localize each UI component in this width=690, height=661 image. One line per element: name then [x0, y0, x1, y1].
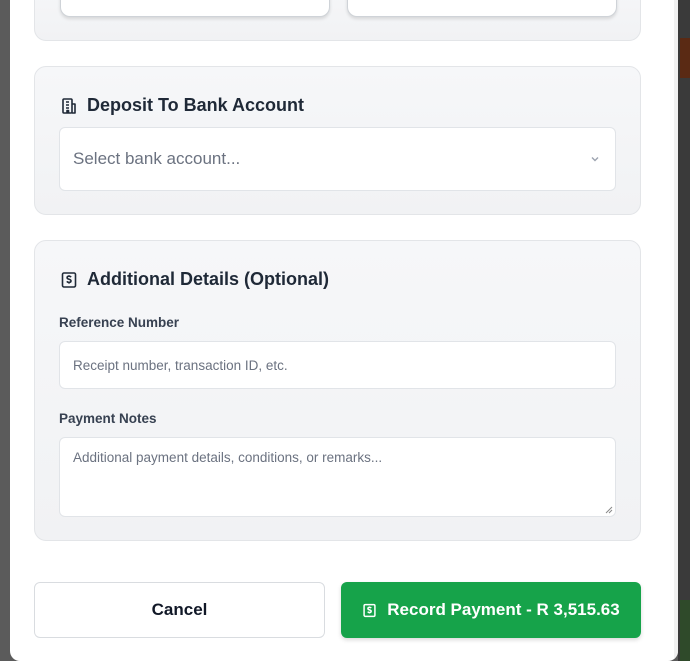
- building-icon: [62, 97, 76, 114]
- resize-handle-icon[interactable]: [605, 506, 613, 514]
- bank-section-header: Deposit To Bank Account: [60, 95, 304, 116]
- additional-details-section: Additional Details (Optional) Reference …: [34, 240, 641, 541]
- previous-field-left[interactable]: [60, 0, 330, 17]
- reference-number-label: Reference Number: [59, 315, 180, 330]
- record-payment-modal: Deposit To Bank Account Select bank acco…: [10, 0, 678, 661]
- backdrop-accent: [680, 600, 690, 661]
- payment-notes-label: Payment Notes: [59, 411, 157, 426]
- reference-number-placeholder: Receipt number, transaction ID, etc.: [73, 357, 288, 373]
- details-section-title: Additional Details (Optional): [87, 269, 329, 289]
- cancel-button[interactable]: Cancel: [34, 582, 325, 638]
- payment-notes-textarea[interactable]: Additional payment details, conditions, …: [59, 437, 616, 517]
- previous-field-right[interactable]: [347, 0, 617, 17]
- reference-number-input[interactable]: Receipt number, transaction ID, etc.: [59, 341, 616, 389]
- details-section-header: Additional Details (Optional): [60, 269, 329, 290]
- payment-notes-placeholder: Additional payment details, conditions, …: [73, 450, 383, 465]
- record-payment-label: Record Payment - R 3,515.63: [387, 600, 620, 619]
- receipt-dollar-icon: [363, 603, 376, 617]
- cancel-button-label: Cancel: [151, 600, 208, 619]
- backdrop: [678, 0, 690, 661]
- previous-section-card: [34, 0, 641, 41]
- bank-section-title: Deposit To Bank Account: [87, 95, 305, 115]
- bank-account-select[interactable]: Select bank account...: [59, 127, 616, 191]
- bank-account-placeholder: Select bank account...: [73, 149, 241, 168]
- receipt-dollar-icon: [61, 271, 77, 288]
- bank-account-section: Deposit To Bank Account Select bank acco…: [34, 66, 641, 215]
- backdrop-accent: [680, 38, 690, 78]
- record-payment-button[interactable]: Record Payment - R 3,515.63: [341, 582, 641, 638]
- chevron-down-icon: [591, 157, 599, 162]
